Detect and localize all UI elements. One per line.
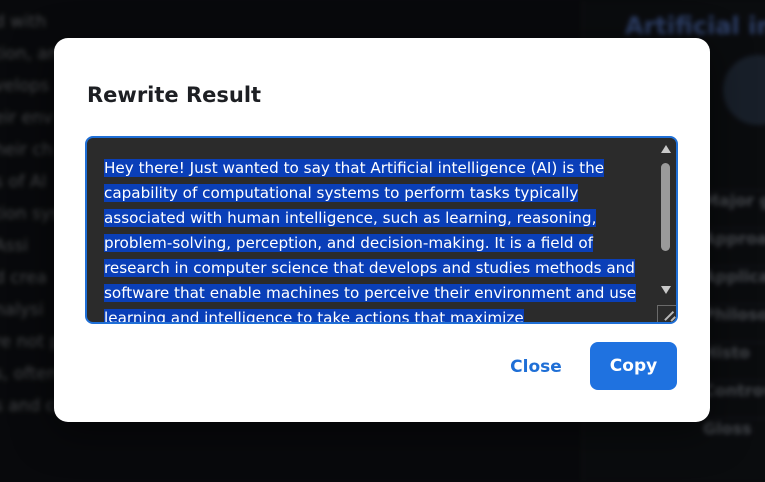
scroll-down-arrow-icon[interactable] (661, 286, 671, 294)
close-button[interactable]: Close (496, 343, 576, 391)
copy-button[interactable]: Copy (590, 342, 677, 390)
scroll-thumb[interactable] (661, 163, 670, 251)
selected-result-text: Hey there! Just wanted to say that Artif… (104, 159, 637, 322)
scroll-up-arrow-icon[interactable] (661, 145, 671, 153)
dialog-title: Rewrite Result (87, 83, 262, 107)
result-textarea[interactable]: Hey there! Just wanted to say that Artif… (85, 136, 678, 324)
result-text[interactable]: Hey there! Just wanted to say that Artif… (104, 156, 644, 322)
resize-grip-icon[interactable] (657, 305, 676, 322)
textarea-scrollbar[interactable] (656, 138, 676, 322)
rewrite-result-dialog: Rewrite Result Hey there! Just wanted to… (54, 38, 710, 422)
